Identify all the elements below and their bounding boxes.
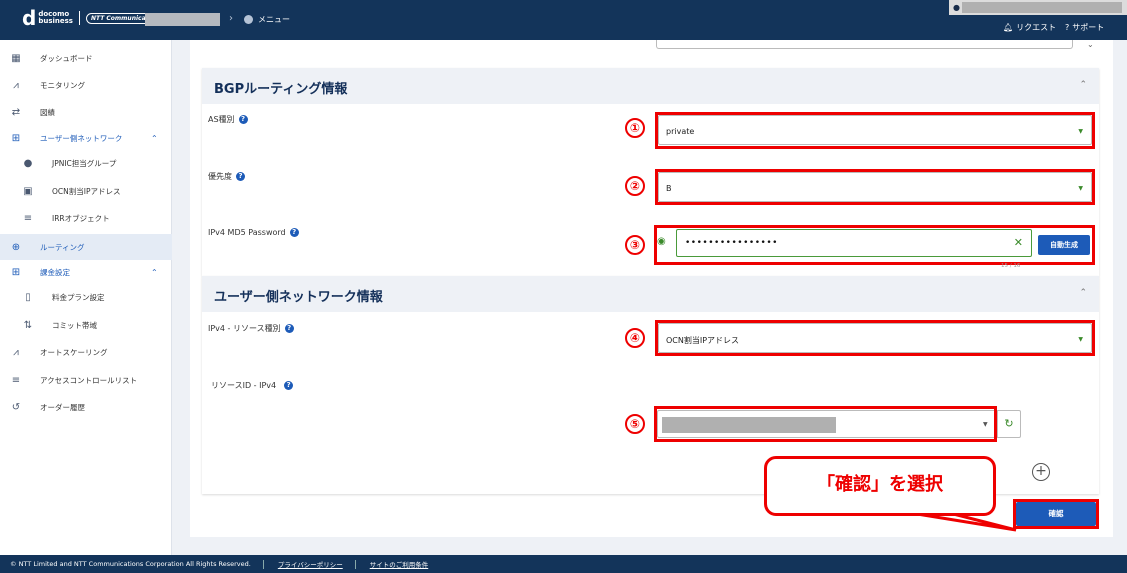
chevron-down-icon: ⌄	[1087, 40, 1094, 49]
bgp-section-header[interactable]: BGPルーティング情報 ⌃	[202, 68, 1099, 104]
highlight-box-3	[654, 225, 1095, 265]
step-badge-3: ③	[625, 235, 645, 255]
chevron-up-icon: ⌃	[151, 133, 158, 143]
sidebar-item-billing[interactable]: ⊞ 課金設定 ⌃	[0, 261, 172, 283]
notebook-icon: ▯	[25, 291, 31, 303]
commit-icon: ⇅	[23, 319, 33, 331]
copyright-text: © NTT Limited and NTT Communications Cor…	[10, 560, 251, 568]
bgp-section-title: BGPルーティング情報	[214, 82, 348, 97]
autoscale-icon: ⩘	[13, 346, 19, 358]
dashboard-icon: ▦	[11, 52, 21, 64]
sidebar-item-user-network[interactable]: ⊞ ユーザー側ネットワーク ⌃	[0, 127, 172, 149]
list-icon: ≡	[11, 374, 21, 386]
help-icon[interactable]: ?	[284, 381, 294, 390]
sidebar-item-irr[interactable]: ≡ IRRオブジェクト	[0, 207, 172, 229]
user-name-redacted	[962, 2, 1122, 13]
support-link[interactable]: ? サポート	[1065, 22, 1104, 33]
refresh-icon[interactable]: ↻	[997, 410, 1021, 438]
user-network-section-header[interactable]: ユーザー側ネットワーク情報 ⌃	[202, 276, 1099, 312]
sidebar-item-ocn-ip[interactable]: ▣ OCN割当IPアドレス	[0, 180, 172, 202]
footer: © NTT Limited and NTT Communications Cor…	[0, 555, 1127, 573]
highlight-box-5	[654, 406, 997, 442]
sidebar-item-autoscale[interactable]: ⩘ オートスケーリング	[0, 341, 172, 363]
help-icon[interactable]: ?	[238, 115, 248, 124]
footer-divider	[354, 559, 356, 569]
bell-icon: 🔔︎	[1003, 23, 1014, 32]
sidebar-item-dashboard[interactable]: ▦ ダッシュボード	[0, 47, 172, 69]
highlight-box-2	[655, 169, 1095, 205]
sidebar-item-acl[interactable]: ≡ アクセスコントロールリスト	[0, 369, 172, 391]
breadcrumb-redacted[interactable]	[145, 13, 220, 26]
highlight-box-1	[655, 112, 1095, 149]
password-char-counter: 15 / 16	[1001, 263, 1021, 269]
resource-type-label: IPv4 - リソース種別?	[208, 323, 294, 334]
routing-icon: ⊕	[11, 241, 21, 253]
chart-line-icon: ⩘	[13, 79, 19, 91]
privacy-policy-link[interactable]: プライバシーポリシー	[278, 559, 343, 569]
database-icon: ≡	[23, 212, 33, 224]
help-icon[interactable]: ?	[236, 172, 245, 181]
previous-field[interactable]	[656, 40, 1073, 49]
help-icon[interactable]: ?	[289, 228, 299, 237]
step-badge-2: ②	[625, 176, 645, 196]
chevron-up-icon: ⌃	[151, 267, 158, 277]
network-icon: ⊞	[11, 132, 21, 144]
sidebar-item-routing[interactable]: ⊕ ルーティング	[0, 234, 172, 260]
sidebar-item-commit[interactable]: ⇅ コミット帯域	[0, 314, 172, 336]
logo-line2: business	[38, 17, 73, 25]
step-badge-1: ①	[625, 118, 645, 138]
sidebar-item-monitoring[interactable]: ⩘ モニタリング	[0, 74, 172, 96]
person-icon: ●	[23, 157, 33, 169]
logo-mark: d	[22, 6, 37, 30]
network-icon: ⊞	[11, 266, 21, 278]
footer-divider	[262, 559, 264, 569]
callout-text: 「確認」を選択	[817, 474, 943, 495]
request-label: リクエスト	[1016, 23, 1057, 32]
sidebar-item-jpnic[interactable]: ● JPNIC担当グループ	[0, 152, 172, 174]
history-icon: ↺	[11, 401, 21, 413]
terms-link[interactable]: サイトのご利用条件	[370, 559, 429, 569]
logo-divider	[78, 11, 80, 25]
chevron-right-icon: ›	[229, 13, 233, 24]
sidebar: ▦ ダッシュボード ⩘ モニタリング ⇄ 図績 ⊞ ユーザー側ネットワーク ⌃ …	[0, 40, 172, 555]
add-circle-icon[interactable]: +	[1032, 463, 1050, 481]
step-badge-5: ⑤	[625, 414, 645, 434]
confirm-highlight-box	[1013, 499, 1099, 529]
md5-password-label: IPv4 MD5 Password?	[208, 228, 299, 237]
request-link[interactable]: 🔔︎ リクエスト	[1003, 22, 1056, 33]
breadcrumb-menu[interactable]: メニュー	[244, 14, 290, 25]
chevron-up-icon[interactable]: ⌃	[1079, 80, 1087, 90]
priority-label: 優先度?	[208, 171, 245, 182]
sidebar-item-diagram[interactable]: ⇄ 図績	[0, 101, 172, 123]
resource-id-label: リソースID - IPv4?	[211, 380, 294, 391]
breadcrumb-menu-label: メニュー	[258, 15, 290, 24]
help-circle-icon: ?	[1065, 23, 1070, 32]
help-icon[interactable]: ?	[284, 324, 294, 333]
highlight-box-4	[655, 320, 1095, 356]
as-type-label: AS種別?	[208, 114, 248, 125]
user-network-section-title: ユーザー側ネットワーク情報	[214, 290, 383, 305]
menu-circle-icon	[244, 15, 253, 24]
support-label: サポート	[1072, 23, 1105, 32]
chevron-up-icon[interactable]: ⌃	[1079, 288, 1087, 298]
sidebar-item-plan[interactable]: ▯ 料金プラン設定	[0, 286, 172, 308]
diagram-icon: ⇄	[11, 106, 21, 118]
user-icon: ●	[953, 3, 960, 12]
sidebar-item-order-history[interactable]: ↺ オーダー履歴	[0, 396, 172, 418]
step-badge-4: ④	[625, 328, 645, 348]
monitor-icon: ▣	[23, 185, 33, 197]
